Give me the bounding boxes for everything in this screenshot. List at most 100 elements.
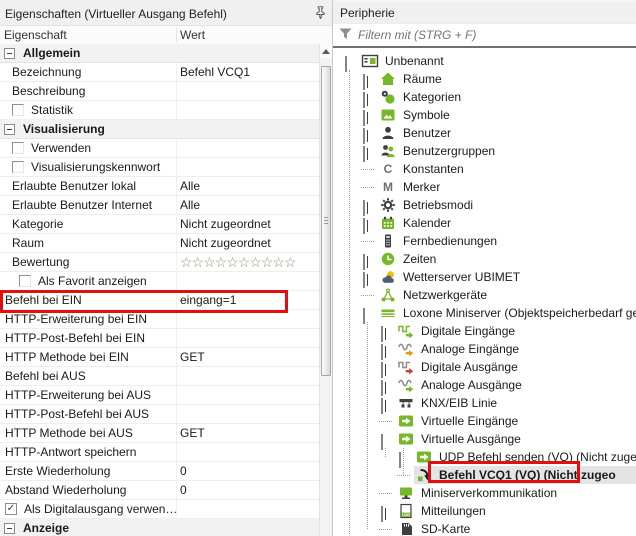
tree-item-sd-karte[interactable]: SD-Karte [381, 520, 636, 536]
tree-item-digitale-eingänge[interactable]: Digitale Eingänge [381, 322, 636, 340]
property-group-visualisierung[interactable]: Visualisierung [0, 120, 319, 139]
expand-icon[interactable] [381, 362, 383, 378]
property-row-als-digitalausgang-verwen[interactable]: ✓Als Digitalausgang verwen… [0, 500, 319, 519]
property-row-http-post-befehl-bei-ein[interactable]: HTTP-Post-Befehl bei EIN [0, 329, 319, 348]
tree-item-kalender[interactable]: Kalender [363, 214, 636, 232]
expand-icon[interactable] [363, 92, 365, 108]
expand-icon[interactable] [381, 506, 383, 522]
property-row-beschreibung[interactable]: Beschreibung [0, 82, 319, 101]
tree-item-virtuelle-ausgänge[interactable]: Virtuelle Ausgänge [381, 430, 636, 448]
expand-icon[interactable] [363, 110, 365, 126]
property-row-bewertung[interactable]: Bewertung☆☆☆☆☆☆☆☆☆☆ [0, 253, 319, 272]
property-row-befehl-bei-aus[interactable]: Befehl bei AUS [0, 367, 319, 386]
expand-icon[interactable] [363, 128, 365, 144]
tree-item-analoge-ausgänge[interactable]: Analoge Ausgänge [381, 376, 636, 394]
tree-item-betriebsmodi[interactable]: Betriebsmodi [363, 196, 636, 214]
property-value: GET [180, 350, 205, 364]
property-row-http-erweiterung-bei-ein[interactable]: HTTP-Erweiterung bei EIN [0, 310, 319, 329]
expand-icon[interactable] [381, 380, 383, 396]
rating-stars[interactable]: ☆☆☆☆☆☆☆☆☆☆ [180, 255, 296, 269]
checkbox-als-favorit-anzeigen[interactable] [19, 275, 31, 287]
tree-item-miniserverkommunikation[interactable]: Miniserverkommunikation [381, 484, 636, 502]
tree-item-loxone-miniserver-objektspeicherbedarf-ge[interactable]: Loxone Miniserver (Objektspeicherbedarf … [363, 304, 636, 322]
property-group-allgemein[interactable]: Allgemein [0, 44, 319, 63]
property-row-http-antwort-speichern[interactable]: HTTP-Antwort speichern [0, 443, 319, 462]
property-row-http-methode-bei-ein[interactable]: HTTP Methode bei EINGET [0, 348, 319, 367]
property-label: Anzeige [23, 521, 69, 535]
scrollbar-up-button[interactable] [320, 44, 332, 58]
property-row-verwenden[interactable]: Verwenden [0, 139, 319, 158]
tree-item-label: Räume [403, 72, 442, 86]
tree-item-zeiten[interactable]: Zeiten [363, 250, 636, 268]
tree-item-konstanten[interactable]: CKonstanten [363, 160, 636, 178]
tree-item-befehl-vcq1-vq-nicht-zugeo[interactable]: Befehl VCQ1 (VQ) (Nicht zugeo [399, 466, 636, 484]
tree-item-kategorien[interactable]: Kategorien [363, 88, 636, 106]
tree-item-netzwerkgeräte[interactable]: Netzwerkgeräte [363, 286, 636, 304]
checkbox-statistik[interactable] [12, 104, 24, 116]
expand-icon[interactable] [363, 218, 365, 234]
expand-icon[interactable] [381, 398, 383, 414]
expand-icon[interactable] [363, 254, 365, 270]
tree-connector [363, 291, 372, 300]
selected-tree-item-highlight: Befehl VCQ1 (VQ) (Nicht zugeo [414, 466, 636, 484]
tree-item-udp-befehl-senden-vq-nicht-zuge[interactable]: UDP Befehl senden (VQ) (Nicht zuge [399, 448, 636, 466]
group-collapse-icon[interactable] [4, 48, 15, 59]
tree-item-benutzer[interactable]: Benutzer [363, 124, 636, 142]
property-row-http-post-befehl-bei-aus[interactable]: HTTP-Post-Befehl bei AUS [0, 405, 319, 424]
property-row-kategorie[interactable]: KategorieNicht zugeordnet [0, 215, 319, 234]
tree-item-merker[interactable]: MMerker [363, 178, 636, 196]
property-grid-scrollbar[interactable] [319, 44, 332, 536]
tree-item-wetterserver-ubimet[interactable]: Wetterserver UBIMET [363, 268, 636, 286]
property-row-bezeichnung[interactable]: BezeichnungBefehl VCQ1 [0, 63, 319, 82]
property-row-erlaubte-benutzer-lokal[interactable]: Erlaubte Benutzer lokalAlle [0, 177, 319, 196]
checkbox-visualisierungskennwort[interactable] [12, 161, 24, 173]
scrollbar-thumb[interactable] [321, 66, 331, 376]
property-row-erlaubte-benutzer-internet[interactable]: Erlaubte Benutzer InternetAlle [0, 196, 319, 215]
collapse-icon[interactable] [381, 434, 383, 450]
property-row-erste-wiederholung[interactable]: Erste Wiederholung0 [0, 462, 319, 481]
property-row-visualisierungskennwort[interactable]: Visualisierungskennwort [0, 158, 319, 177]
column-header-wert[interactable]: Wert [177, 28, 205, 42]
tree-item-analoge-eingänge[interactable]: Analoge Eingänge [381, 340, 636, 358]
property-row-http-erweiterung-bei-aus[interactable]: HTTP-Erweiterung bei AUS [0, 386, 319, 405]
pin-icon[interactable] [315, 6, 326, 22]
expand-icon[interactable] [363, 146, 365, 162]
expand-icon[interactable] [381, 326, 383, 342]
property-row-abstand-wiederholung[interactable]: Abstand Wiederholung0 [0, 481, 319, 500]
property-row-http-methode-bei-aus[interactable]: HTTP Methode bei AUSGET [0, 424, 319, 443]
property-row-statistik[interactable]: Statistik [0, 101, 319, 120]
tree-filter-input[interactable] [352, 28, 636, 42]
group-collapse-icon[interactable] [4, 124, 15, 135]
tree-item-räume[interactable]: Räume [363, 70, 636, 88]
peripherie-tree: UnbenanntRäumeKategorienSymboleBenutzerB… [333, 48, 636, 536]
tree-expander-slot [381, 381, 390, 390]
tree-item-digitale-ausgänge[interactable]: Digitale Ausgänge [381, 358, 636, 376]
property-row-raum[interactable]: RaumNicht zugeordnet [0, 234, 319, 253]
group-collapse-icon[interactable] [4, 523, 15, 534]
tree-connector [381, 525, 390, 534]
expand-icon[interactable] [363, 272, 365, 288]
properties-panel-title: Eigenschaften (Virtueller Ausgang Befehl… [5, 7, 315, 21]
tree-item-unbenannt[interactable]: Unbenannt [345, 52, 636, 70]
project-icon [360, 53, 380, 69]
checkbox-als-digitalausgang-verwen[interactable]: ✓ [5, 503, 17, 515]
collapse-icon[interactable] [363, 308, 365, 324]
expand-icon[interactable] [363, 200, 365, 216]
property-row-befehl-bei-ein[interactable]: Befehl bei EINeingang=1 [0, 291, 319, 310]
tree-item-symbole[interactable]: Symbole [363, 106, 636, 124]
collapse-icon[interactable] [399, 452, 401, 468]
property-row-als-favorit-anzeigen[interactable]: Als Favorit anzeigen [0, 272, 319, 291]
tree-item-knx-eib-linie[interactable]: KNX/EIB Linie [381, 394, 636, 412]
expand-icon[interactable] [381, 344, 383, 360]
tree-item-fernbedienungen[interactable]: Fernbedienungen [363, 232, 636, 250]
tree-item-mitteilungen[interactable]: LOGMitteilungen [381, 502, 636, 520]
expand-icon[interactable] [363, 74, 365, 90]
collapse-icon[interactable] [345, 56, 347, 72]
property-group-anzeige[interactable]: Anzeige [0, 519, 319, 536]
tree-expander-slot [381, 327, 390, 336]
column-header-eigenschaft[interactable]: Eigenschaft [0, 28, 177, 42]
tree-item-benutzergruppen[interactable]: Benutzergruppen [363, 142, 636, 160]
checkbox-verwenden[interactable] [12, 142, 24, 154]
tree-item-label: Virtuelle Ausgänge [421, 432, 521, 446]
tree-item-virtuelle-eingänge[interactable]: Virtuelle Eingänge [381, 412, 636, 430]
